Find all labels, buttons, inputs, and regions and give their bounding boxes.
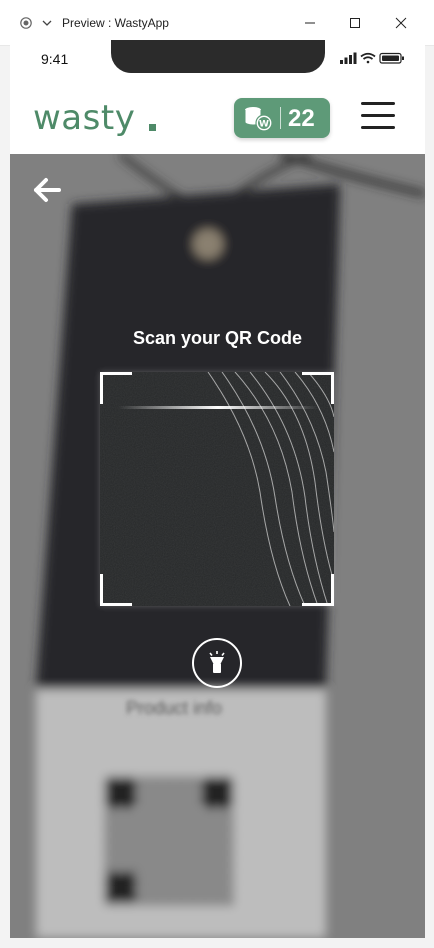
logo-dot <box>149 124 156 131</box>
svg-text:W: W <box>259 119 269 129</box>
flashlight-icon <box>209 651 225 673</box>
battery-icon <box>379 52 404 64</box>
signal-icon <box>340 52 357 64</box>
back-arrow-icon[interactable] <box>32 176 62 204</box>
coin-balance-badge[interactable]: W 22 <box>234 98 330 138</box>
app-logo[interactable]: wasty <box>33 98 135 138</box>
hamburger-menu-icon[interactable] <box>361 102 397 132</box>
record-icon[interactable] <box>20 17 32 29</box>
coins-icon: W <box>244 107 273 132</box>
chevron-down-icon[interactable] <box>42 19 52 27</box>
coin-count: 22 <box>288 105 315 132</box>
minimize-icon[interactable] <box>298 12 322 34</box>
flashlight-button[interactable] <box>192 638 242 688</box>
scan-title: Scan your QR Code <box>132 328 303 348</box>
app-header: wasty W 22 <box>10 80 425 154</box>
wifi-icon <box>360 52 376 64</box>
status-icons <box>340 52 404 64</box>
background-tag-label: Product info <box>126 698 222 718</box>
phone-screen: 9:41 wasty W 22 Product info Scan your Q… <box>10 40 425 938</box>
coin-divider <box>280 107 281 129</box>
close-icon[interactable] <box>389 12 413 34</box>
status-time: 9:41 <box>41 51 69 67</box>
phone-notch <box>111 40 325 73</box>
camera-view: Product info Scan your QR Code <box>10 154 425 938</box>
window-title: Preview : WastyApp <box>62 16 169 30</box>
maximize-icon[interactable] <box>343 12 367 34</box>
scan-frame <box>100 372 334 606</box>
